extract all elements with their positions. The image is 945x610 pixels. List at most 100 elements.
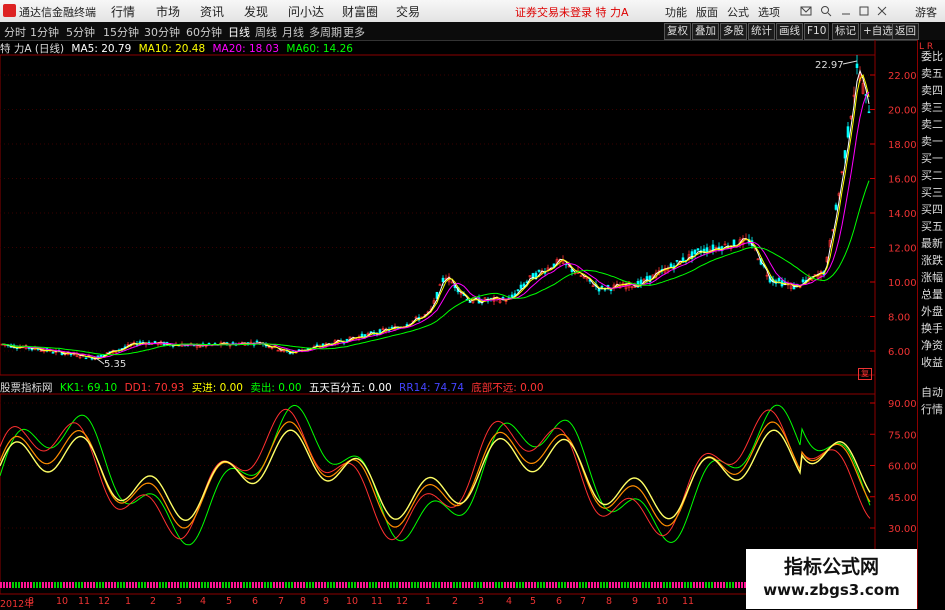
right-tab-17[interactable]: 净资 [918,337,945,354]
signal-bar [438,582,440,588]
close-icon[interactable] [876,5,888,17]
date-label-11: 7 [278,596,285,607]
right-tab-14[interactable]: 总量 [918,286,945,303]
right-bottom-tab-1[interactable]: 行情 [918,401,945,418]
signal-bar [435,582,437,588]
tab-yuexian[interactable]: 月线 [282,24,304,40]
right-tab-8[interactable]: 买三 [918,184,945,201]
right-tab-15[interactable]: 外盘 [918,303,945,320]
date-label-14: 10 [346,596,359,607]
maximize-icon[interactable] [858,5,870,17]
right-tab-9[interactable]: 买四 [918,201,945,218]
signal-bar [519,582,521,588]
right-tab-12[interactable]: 涨跌 [918,252,945,269]
right-bottom-tab-0[interactable]: 自动 [918,384,945,401]
signal-bar [582,582,584,588]
fanhui-button[interactable]: 返回 [892,23,919,40]
right-tab-13[interactable]: 涨幅 [918,269,945,286]
tab-60min[interactable]: 60分钟 [186,24,222,40]
signal-bar [222,582,224,588]
signal-bar [645,582,647,588]
tab-rixian[interactable]: 日线 [228,24,250,40]
kline-chart: 22.00 20.00 18.00 16.00 14.00 12.00 10.00 8.00 6… [0,40,917,596]
biaoji-button[interactable]: 标记 [832,23,859,40]
date-label-10: 6 [252,596,259,607]
candle-body [54,350,58,354]
tongji-button[interactable]: 统计 [748,23,775,40]
signal-bar [372,582,374,588]
signal-bar [564,582,566,588]
signal-bar [123,582,125,588]
candle-body [108,351,112,354]
menu-item-shichang[interactable]: 市场 [156,3,180,20]
guest-label[interactable]: 游客 [915,4,937,20]
signal-bar [141,582,143,588]
candle-body [345,338,349,343]
menu-item-caifuquan[interactable]: 财富圈 [342,3,378,20]
date-label-17: 1 [425,596,432,607]
signal-bar [390,582,392,588]
diejia-button[interactable]: 叠加 [692,23,719,40]
right-tab-10[interactable]: 买五 [918,218,945,235]
right-tab-5[interactable]: 卖一 [918,133,945,150]
signal-bar [180,582,182,588]
mail-icon[interactable] [800,5,812,17]
right-tab-11[interactable]: 最新 [918,235,945,252]
candle-body [744,238,748,240]
candle-body [180,343,184,347]
candle-body [81,354,85,356]
signal-bar [732,582,734,588]
candle-body [735,245,739,248]
right-tab-2[interactable]: 卖四 [918,82,945,99]
menu-gongshi[interactable]: 公式 [727,4,749,20]
menu-item-jiaoyi[interactable]: 交易 [396,3,420,20]
candle-body [96,355,100,359]
signal-bar [198,582,200,588]
search-icon[interactable] [820,5,832,17]
menu-banmian[interactable]: 版面 [696,4,718,20]
right-tab-16[interactable]: 换手 [918,320,945,337]
right-tab-0[interactable]: 委比 [918,48,945,65]
candle-body [300,350,304,353]
tab-zhouxian[interactable]: 周线 [255,24,277,40]
menu-item-hangqing[interactable]: 行情 [111,3,135,20]
right-tab-4[interactable]: 卖二 [918,116,945,133]
tab-30min[interactable]: 30分钟 [144,24,180,40]
menu-item-zixun[interactable]: 资讯 [200,3,224,20]
right-tab-3[interactable]: 卖三 [918,99,945,116]
duogu-button[interactable]: 多股 [720,23,747,40]
minimize-icon[interactable] [840,5,852,17]
f10-button[interactable]: F10 [804,23,830,40]
right-tab-6[interactable]: 买一 [918,150,945,167]
tab-fenshi[interactable]: 分时 [4,24,26,40]
tab-gengduo[interactable]: 更多 [343,24,365,40]
tab-duozhouqi[interactable]: 多周期 [309,24,342,40]
candle-body [648,275,652,282]
tab-5min[interactable]: 5分钟 [66,24,95,40]
signal-bar [24,582,26,588]
right-tab-18[interactable]: 收益 [918,354,945,371]
fuquan-button[interactable]: 复权 [664,23,691,40]
zixuan-button[interactable]: +自选 [860,23,896,40]
tab-1min[interactable]: 1分钟 [30,24,59,40]
menu-gongneng[interactable]: 功能 [665,4,687,20]
candle-body [99,355,103,358]
menu-xuanxiang[interactable]: 选项 [758,4,780,20]
menu-item-wenxiaoda[interactable]: 问小达 [288,3,324,20]
signal-bar [306,582,308,588]
menu-item-faxian[interactable]: 发现 [244,3,268,20]
signal-bar [45,582,47,588]
signal-bar [36,582,38,588]
signal-bar [507,582,509,588]
indicator-panel-frame [0,393,876,595]
ind-tick-label-2: 60.00 [888,462,917,473]
huaxian-button[interactable]: 画线 [776,23,803,40]
candle-body [720,246,724,251]
ind-tick-label-3: 45.00 [888,493,917,504]
right-tab-1[interactable]: 卖五 [918,65,945,82]
right-tab-7[interactable]: 买二 [918,167,945,184]
tab-15min[interactable]: 15分钟 [103,24,139,40]
date-label-22: 6 [556,596,563,607]
signal-bar [228,582,230,588]
candle-body [78,356,82,359]
